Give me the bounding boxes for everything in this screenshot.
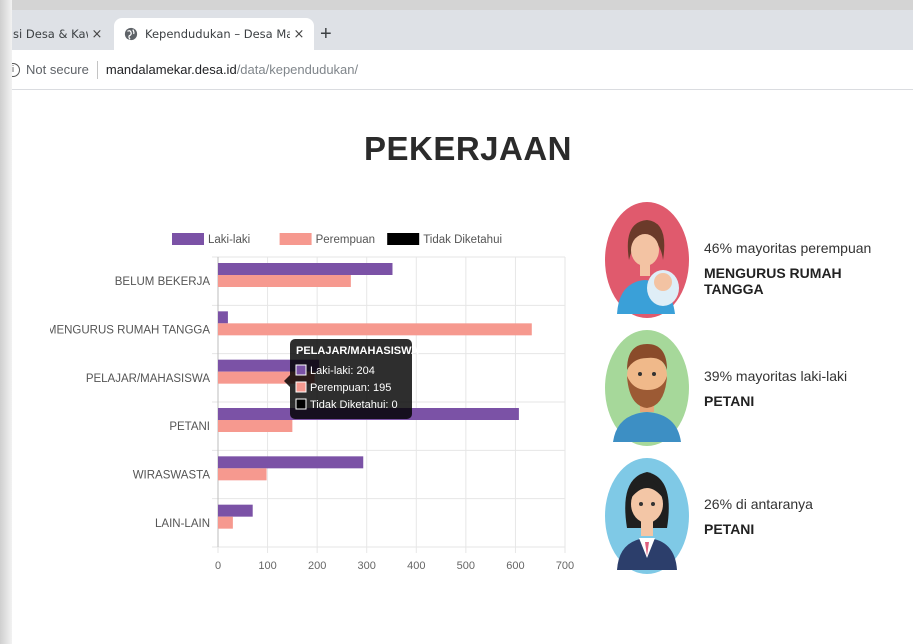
highlight-label: MENGURUS RUMAH TANGGA [704,265,842,297]
x-tick-label: 600 [506,560,524,572]
highlight-card: 46% mayoritas perempuan MENGURUS RUMAH T… [605,202,905,322]
bar [218,275,351,287]
bar [218,504,253,517]
bar [218,263,393,275]
y-tick-label: PETANI [169,421,210,433]
tooltip-line: Laki-laki: 204 [310,365,375,377]
address-bar[interactable]: i Not secure mandalamekar.desa.id /data/… [0,50,913,90]
highlight-card: 39% mayoritas laki-laki PETANI [605,330,905,450]
url-path[interactable]: /data/kependudukan/ [237,62,358,77]
highlight-card: 26% di antaranya PETANI [605,458,905,578]
security-label[interactable]: Not secure [26,62,89,77]
divider [96,60,98,79]
highlight-percent: 39% mayoritas laki-laki [704,368,848,384]
bar [218,516,233,529]
close-icon[interactable]: × [290,27,308,42]
x-tick-label: 100 [258,560,276,572]
legend-swatch [387,233,420,245]
y-tick-label: BELUM BEKERJA [115,276,211,288]
legend-swatch [172,233,204,245]
woman-uniform-avatar-icon [605,458,689,574]
url-host[interactable]: mandalamekar.desa.id [106,62,237,77]
tab-title: asi Desa & Kawasa [6,27,88,41]
y-tick-label: PELAJAR/MAHASISWA [86,373,211,385]
highlight-percent: 26% di antaranya [704,496,813,512]
tooltip-swatch [295,398,307,410]
legend-label: Tidak Diketahui [423,234,502,246]
legend-label: Perempuan [316,234,375,246]
highlight-percent: 46% mayoritas perempuan [704,240,872,256]
bar [218,468,267,481]
x-tick-label: 500 [457,560,475,572]
window-top [0,0,913,10]
close-icon[interactable]: × [88,27,106,42]
x-tick-label: 0 [215,560,221,572]
tooltip-line: Perempuan: 195 [310,382,391,394]
tooltip-title: PELAJAR/MAHASISWA [296,345,419,357]
highlight-label: PETANI [704,393,755,409]
job-chart: 0 100 200 300 400 500 600 700 BELUM BEKERJA MENGU… [47,222,590,582]
tab-title: Kependudukan – Desa Mandalam [145,27,290,41]
tab-kependudukan[interactable]: Kependudukan – Desa Mandalam × [114,18,314,50]
new-tab-button[interactable]: + [320,23,332,46]
bar [218,456,364,469]
window-edge [0,0,12,644]
page-title: PEKERJAAN [363,130,573,167]
bearded-man-avatar-icon [605,330,689,446]
x-tick-label: 400 [407,560,425,572]
globe-icon [124,27,138,41]
y-tick-label: WIRASWASTA [133,470,211,482]
highlight-label: PETANI [704,521,755,537]
y-tick-label: MENGURUS RUMAH TANGGA [50,325,210,337]
mother-baby-avatar-icon [605,202,689,318]
bar [218,311,228,324]
tooltip-swatch [295,364,307,376]
tab-bar: asi Desa & Kawasa × Kependudukan – Desa … [0,10,913,50]
tooltip-line: Tidak Diketahui: 0 [310,399,398,411]
bar [218,420,293,432]
chart-svg: 0 100 200 300 400 500 600 700 BELUM BEKERJA MENGU… [47,233,574,572]
tab-desa[interactable]: asi Desa & Kawasa × [0,18,112,50]
x-tick-label: 200 [308,560,326,572]
legend-swatch [279,233,312,245]
legend-label: Laki-laki [208,234,250,246]
x-tick-label: 700 [556,560,574,572]
x-tick-label: 300 [358,560,376,572]
tooltip-swatch [295,381,307,393]
y-tick-label: LAIN-LAIN [155,518,210,530]
bar [218,323,532,336]
